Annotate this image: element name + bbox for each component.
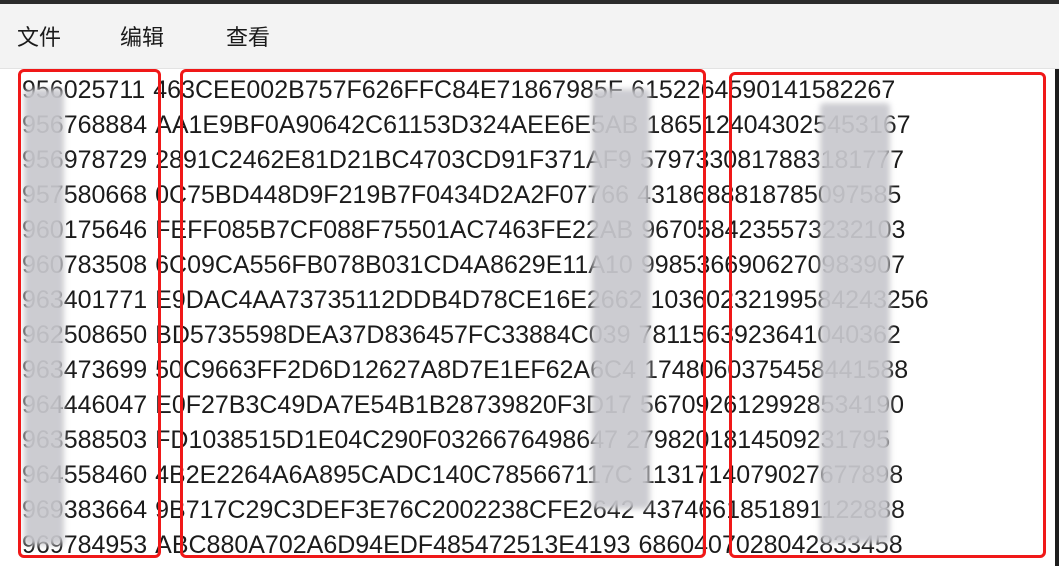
line-field-c2: 9B717C29C3DEF3E76C2002238CFE2642	[155, 496, 635, 524]
text-line: 969784953 ABC880A702A6D94EDF485472513E419…	[22, 528, 929, 563]
text-line: 962508650 BD5735598DEA37D836457FC33884C03…	[22, 318, 929, 353]
text-line: 956978729 2891C2462E81D21BC4703CD91F371AF…	[22, 143, 929, 178]
redaction-blur-col3	[820, 103, 890, 543]
text-line: 956025711 463CEE002B757F626FFC84E71867985…	[22, 73, 929, 108]
line-field-c2: 4B2E2264A6A895CADC140C785667117C	[155, 461, 633, 489]
line-field-c2: AA1E9BF0A90642C61153D324AEE6E5AB	[155, 111, 639, 139]
window-edge	[1055, 69, 1059, 566]
line-field-c2: FD1038515D1E04C290F0326676498647	[155, 426, 619, 454]
menu-edit[interactable]: 编辑	[114, 22, 170, 56]
line-field-c2: E0F27B3C49DA7E54B1B28739820F3D17	[155, 391, 632, 419]
menu-file[interactable]: 文件	[11, 22, 67, 56]
text-editor-area[interactable]: 956025711 463CEE002B757F626FFC84E71867985…	[0, 69, 1059, 566]
line-field-c2: 2891C2462E81D21BC4703CD91F371AF9	[155, 146, 632, 174]
text-lines: 956025711 463CEE002B757F626FFC84E71867985…	[22, 73, 929, 563]
line-field-c2: ABC880A702A6D94EDF485472513E4193	[155, 531, 631, 559]
notepad-window: 文件 编辑 查看 956025711 463CEE002B757F626FFC84…	[0, 4, 1059, 566]
text-line: 960783508 6C09CA556FB078B031CD4A8629E11A1…	[22, 248, 929, 283]
text-line: 964558460 4B2E2264A6A895CADC140C785667117…	[22, 458, 929, 493]
line-field-c2: E9DAC4AA73735112DDB4D78CE16E2662	[155, 286, 643, 314]
text-line: 964446047 E0F27B3C49DA7E54B1B28739820F3D1…	[22, 388, 929, 423]
redaction-blur-col1	[24, 89, 64, 545]
text-line: 957580668 0C75BD448D9F219B7F0434D2A2F0776…	[22, 178, 929, 213]
line-field-c2: BD5735598DEA37D836457FC33884C039	[155, 321, 631, 349]
text-line: 963588503 FD1038515D1E04C290F032667649864…	[22, 423, 929, 458]
line-field-c2: 50C9663FF2D6D12627A8D7E1EF62A6C4	[155, 356, 636, 384]
line-field-c2: 463CEE002B757F626FFC84E71867985F	[153, 76, 624, 104]
line-field-c2: FEFF085B7CF088F75501AC7463FE22AB	[155, 216, 634, 244]
text-line: 963473699 50C9663FF2D6D12627A8D7E1EF62A6C…	[22, 353, 929, 388]
redaction-blur-col2	[592, 89, 650, 509]
line-field-c2: 6C09CA556FB078B031CD4A8629E11A10	[155, 251, 633, 279]
menu-bar: 文件 编辑 查看	[0, 4, 1059, 69]
text-line: 956768884 AA1E9BF0A90642C61153D324AEE6E5A…	[22, 108, 929, 143]
text-line: 960175646 FEFF085B7CF088F75501AC7463FE22A…	[22, 213, 929, 248]
text-line: 969383664 9B717C29C3DEF3E76C2002238CFE264…	[22, 493, 929, 528]
text-line: 963401771 E9DAC4AA73735112DDB4D78CE16E266…	[22, 283, 929, 318]
menu-view[interactable]: 查看	[220, 22, 276, 56]
line-field-c2: 0C75BD448D9F219B7F0434D2A2F07766	[155, 181, 630, 209]
